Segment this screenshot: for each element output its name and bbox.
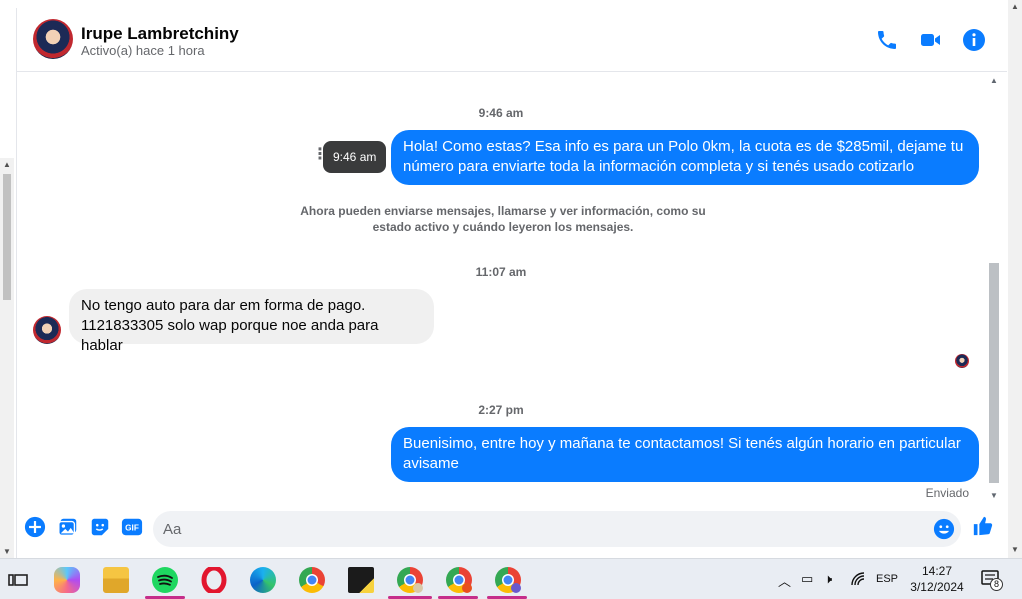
sent-status: Enviado: [925, 486, 969, 500]
chrome-profile-3-icon[interactable]: [495, 567, 521, 593]
sticky-notes-icon[interactable]: [348, 567, 374, 593]
scroll-up-arrow-icon[interactable]: ▲: [3, 160, 11, 169]
contact-avatar[interactable]: [33, 316, 61, 344]
gif-label: GIF: [125, 524, 139, 533]
window-scrollbar[interactable]: ▲ ▼: [1008, 0, 1022, 558]
gif-icon[interactable]: GIF: [121, 516, 143, 538]
phone-icon[interactable]: [875, 28, 899, 52]
page-scrollbar[interactable]: ▲ ▼: [0, 158, 14, 558]
scroll-down-arrow-icon[interactable]: ▼: [1011, 545, 1019, 554]
message-input[interactable]: [163, 518, 903, 540]
message-text: 1121833305 solo wap porque noe anda para…: [81, 317, 379, 354]
clock-time: 14:27: [921, 564, 953, 578]
edge-icon[interactable]: [250, 567, 276, 593]
contact-status: Activo(a) hace 1 hora: [81, 43, 205, 58]
message-composer: GIF: [17, 504, 1007, 556]
chrome-icon[interactable]: [299, 567, 325, 593]
video-camera-icon[interactable]: [919, 28, 943, 52]
system-notice: Ahora pueden enviarse mensajes, llamarse…: [300, 204, 706, 234]
task-view-icon[interactable]: [5, 567, 31, 593]
notification-center[interactable]: 8: [981, 570, 1003, 591]
clock[interactable]: 14:27 3/12/2024: [904, 563, 970, 595]
timestamp-separator: 11:07 am: [475, 265, 527, 279]
chrome-profile-1-icon[interactable]: [397, 567, 423, 593]
scroll-down-arrow-icon[interactable]: ▼: [990, 491, 998, 500]
message-text: Buenisimo, entre hoy y mañana te contact…: [403, 435, 961, 472]
incoming-message-bubble[interactable]: No tengo auto para dar em forma de pago.…: [69, 289, 434, 354]
scroll-up-arrow-icon[interactable]: ▲: [990, 76, 998, 85]
like-icon[interactable]: [972, 515, 994, 537]
scroll-down-arrow-icon[interactable]: ▼: [3, 547, 11, 556]
scrollbar-thumb[interactable]: [3, 174, 11, 300]
photo-icon[interactable]: [57, 516, 79, 538]
scroll-up-arrow-icon[interactable]: ▲: [1011, 2, 1019, 11]
wifi-icon[interactable]: [850, 571, 866, 590]
add-icon[interactable]: [24, 516, 46, 538]
emoji-icon[interactable]: [933, 518, 955, 540]
outgoing-message-bubble[interactable]: Hola! Como estas? Esa info es para un Po…: [391, 130, 979, 185]
message-text: Hola! Como estas? Esa info es para un Po…: [403, 138, 964, 175]
read-receipt-avatar: [955, 354, 969, 368]
outgoing-message-bubble[interactable]: Buenisimo, entre hoy y mañana te contact…: [391, 427, 979, 482]
battery-icon[interactable]: ▭: [801, 571, 813, 587]
chat-panel: Irupe Lambretchiny Activo(a) hace 1 hora…: [16, 8, 1007, 558]
message-text: No tengo auto para dar em forma de pago.: [81, 297, 366, 314]
notification-badge: 8: [990, 578, 1003, 591]
contact-avatar[interactable]: [33, 19, 73, 59]
info-icon[interactable]: [962, 28, 986, 52]
time-tooltip: 9:46 am: [323, 141, 387, 173]
contact-name[interactable]: Irupe Lambretchiny: [81, 24, 239, 44]
scrollbar-thumb[interactable]: [989, 263, 999, 483]
desktop: ▲ ▼ ▲ ▼ Irupe Lambretchiny Activo(a) hac…: [0, 0, 1022, 599]
sticker-icon[interactable]: [89, 516, 111, 538]
chrome-profile-2-icon[interactable]: [446, 567, 472, 593]
timestamp-separator: 2:27 pm: [478, 403, 524, 417]
clock-date: 3/12/2024: [910, 580, 964, 594]
timestamp-separator: 9:46 am: [478, 106, 524, 120]
chat-header: Irupe Lambretchiny Activo(a) hace 1 hora: [17, 8, 1007, 72]
message-scrollbar[interactable]: ▲ ▼: [987, 72, 1001, 500]
spotify-icon[interactable]: [152, 567, 178, 593]
copilot-icon[interactable]: [54, 567, 80, 593]
message-list[interactable]: 9:46 am ⋮ 9:46 am Hola! Como estas? Esa …: [17, 72, 985, 502]
speaker-muted-icon[interactable]: 🕨: [824, 571, 832, 587]
file-explorer-icon[interactable]: [103, 567, 129, 593]
windows-taskbar: ︿ ▭ 🕨 ESP 14:27 3/12/2024 8: [0, 558, 1022, 599]
message-input-wrapper: [153, 511, 961, 547]
language-indicator[interactable]: ESP: [876, 573, 898, 585]
show-hidden-icons-chevron-icon[interactable]: ︿: [778, 571, 791, 590]
opera-icon[interactable]: [201, 565, 227, 595]
